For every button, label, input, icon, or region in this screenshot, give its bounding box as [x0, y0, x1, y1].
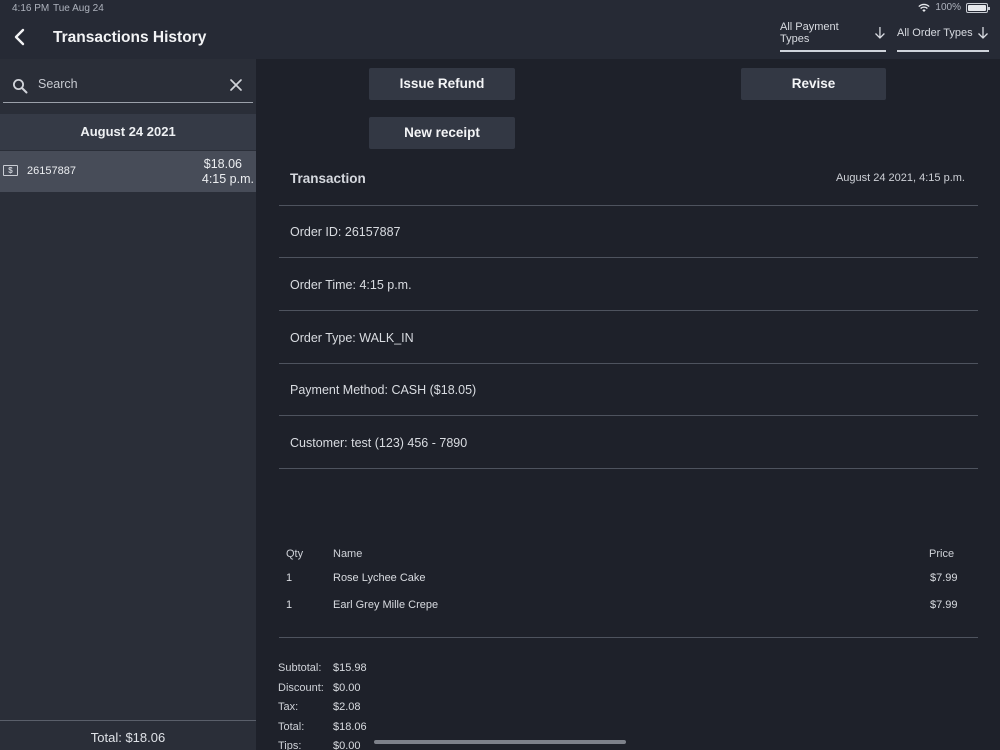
order-time: Order Time: 4:15 p.m. — [290, 278, 412, 292]
transaction-heading: Transaction — [290, 171, 366, 186]
chevron-left-icon — [14, 28, 25, 46]
item-price: $7.99 — [930, 599, 958, 611]
arrow-down-icon — [977, 27, 988, 39]
name-column-header: Name — [333, 548, 363, 560]
total-value: $18.06 — [333, 721, 367, 733]
payment-type-filter[interactable]: All Payment Types — [780, 16, 886, 52]
issue-refund-button[interactable]: Issue Refund — [369, 68, 515, 100]
tax-label: Tax: — [278, 701, 299, 713]
transaction-id: 26157887 — [27, 165, 76, 177]
transaction-time: 4:15 p.m. — [201, 172, 254, 186]
search-field[interactable]: Search — [3, 69, 253, 103]
status-right: 100% — [918, 2, 990, 13]
subtotal-label: Subtotal: — [278, 662, 322, 674]
payment-filter-label: All Payment Types — [780, 21, 839, 45]
item-name: Earl Grey Mille Crepe — [333, 599, 439, 611]
transaction-datetime: August 24 2021, 4:15 p.m. — [835, 172, 965, 184]
page-title: Transactions History — [53, 29, 207, 46]
home-indicator[interactable] — [374, 740, 626, 744]
price-column-header: Price — [929, 548, 955, 560]
revise-button[interactable]: Revise — [741, 68, 886, 100]
sidebar-total: Total: $18.06 — [0, 720, 256, 750]
transaction-list-item[interactable]: $ 26157887 $18.06 4:15 p.m. — [0, 151, 256, 192]
item-qty: 1 — [286, 599, 293, 611]
divider — [279, 205, 978, 206]
divider — [279, 310, 978, 311]
close-icon[interactable] — [229, 78, 243, 92]
total-label: Total: — [278, 721, 305, 733]
discount-value: $0.00 — [333, 682, 361, 694]
divider — [279, 363, 978, 364]
battery-icon — [966, 2, 990, 13]
order-type: Order Type: WALK_IN — [290, 331, 414, 345]
tips-value: $0.00 — [333, 740, 361, 750]
discount-label: Discount: — [278, 682, 324, 694]
payment-method: Payment Method: CASH ($18.05) — [290, 383, 477, 397]
transactions-sidebar: Search August 24 2021 $ 26157887 $18.06 … — [0, 59, 256, 750]
order-type-filter[interactable]: All Order Types — [897, 16, 989, 52]
wifi-icon — [918, 3, 931, 12]
arrow-down-icon — [875, 27, 885, 39]
item-qty: 1 — [286, 572, 293, 584]
search-icon — [13, 79, 28, 94]
status-time: 4:16 PM — [12, 3, 50, 14]
divider — [279, 257, 978, 258]
date-group-header: August 24 2021 — [0, 114, 256, 150]
cash-icon: $ — [3, 165, 18, 176]
item-name: Rose Lychee Cake — [333, 572, 426, 584]
order-id: Order ID: 26157887 — [290, 225, 401, 239]
battery-percent: 100% — [935, 2, 961, 13]
status-date: Tue Aug 24 — [53, 3, 104, 14]
back-button[interactable] — [8, 25, 32, 49]
divider — [279, 468, 978, 469]
qty-column-header: Qty — [286, 548, 304, 560]
new-receipt-button[interactable]: New receipt — [369, 117, 515, 149]
customer-info: Customer: test (123) 456 - 7890 — [290, 436, 468, 450]
divider — [279, 415, 978, 416]
status-bar: 4:16 PM Tue Aug 24 100% — [0, 0, 1000, 16]
divider — [279, 637, 978, 638]
item-price: $7.99 — [930, 572, 958, 584]
subtotal-value: $15.98 — [333, 662, 367, 674]
tax-value: $2.08 — [333, 701, 361, 713]
app-screen: 4:16 PM Tue Aug 24 100% Transactions His… — [0, 0, 1000, 750]
tips-label: Tips: — [278, 740, 302, 750]
order-filter-label: All Order Types — [897, 27, 973, 39]
transaction-amount: $18.06 — [203, 157, 242, 171]
nav-header: Transactions History All Payment Types A… — [0, 16, 1000, 59]
search-input[interactable]: Search — [38, 77, 78, 91]
